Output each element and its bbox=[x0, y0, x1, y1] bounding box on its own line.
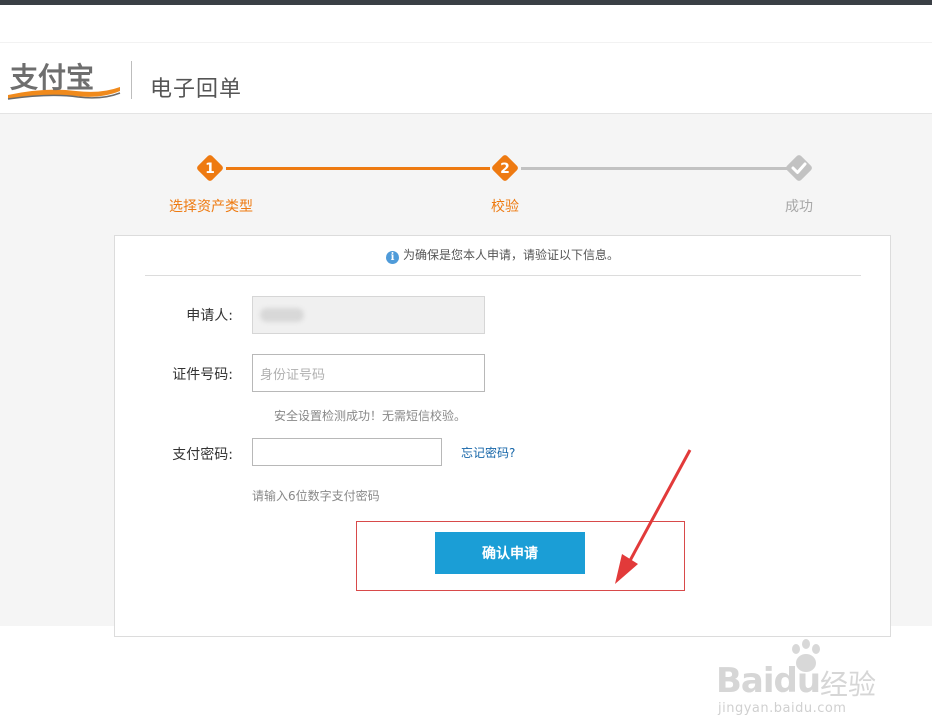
red-arrow-annotation-icon bbox=[615, 449, 692, 584]
step-line-1-2 bbox=[226, 167, 490, 170]
product-title: 电子回单 bbox=[150, 77, 243, 102]
id-number-label: 证件号码: bbox=[172, 367, 233, 383]
baidu-jingyan-watermark: Baidu 经验 jingyan.baidu.com bbox=[716, 637, 886, 727]
step-1-badge-icon: 1 bbox=[197, 155, 223, 181]
step-1-label: 选择资产类型 bbox=[169, 199, 253, 215]
id-number-placeholder: 身份证号码 bbox=[260, 367, 326, 383]
notice-text: 为确保是您本人申请，请验证以下信息。 bbox=[402, 248, 619, 262]
progress-steps: 1 2 选择资产类型 校验 成功 bbox=[0, 114, 932, 234]
confirm-apply-button[interactable]: 确认申请 bbox=[435, 532, 585, 574]
step-3-label: 成功 bbox=[785, 199, 813, 215]
applicant-value-redacted bbox=[260, 308, 304, 322]
alipay-logo[interactable]: 支付宝 bbox=[6, 57, 122, 103]
watermark-text: 经验 bbox=[820, 668, 877, 701]
applicant-label: 申请人: bbox=[186, 308, 233, 324]
step-1-number: 1 bbox=[205, 161, 215, 177]
notice-message: i 为确保是您本人申请，请验证以下信息。 bbox=[115, 246, 890, 264]
id-number-input[interactable]: 身份证号码 bbox=[252, 354, 485, 392]
security-check-note: 安全设置检测成功！无需短信校验。 bbox=[274, 409, 467, 423]
watermark-brand: Baidu bbox=[716, 661, 821, 701]
watermark-url: jingyan.baidu.com bbox=[718, 701, 847, 716]
password-hint: 请输入6位数字支付密码 bbox=[252, 489, 380, 503]
step-3-check-icon bbox=[786, 155, 812, 181]
payment-password-label: 支付密码: bbox=[172, 447, 233, 463]
page-header: 支付宝 电子回单 bbox=[0, 5, 932, 114]
payment-password-input[interactable] bbox=[252, 438, 442, 466]
logo-text: 支付宝 bbox=[10, 61, 94, 94]
verification-panel: i 为确保是您本人申请，请验证以下信息。 申请人: 证件号码: 身份证号码 安全设… bbox=[114, 235, 891, 637]
info-icon: i bbox=[385, 251, 399, 264]
applicant-field bbox=[252, 296, 485, 334]
logo-divider bbox=[131, 61, 132, 99]
step-2-label: 校验 bbox=[491, 199, 519, 215]
forgot-password-link[interactable]: 忘记密码? bbox=[461, 444, 515, 461]
panel-divider bbox=[145, 275, 861, 276]
step-2-number: 2 bbox=[500, 161, 510, 177]
header-divider bbox=[0, 42, 932, 43]
step-line-2-3 bbox=[521, 167, 789, 170]
main-content: 1 2 选择资产类型 校验 成功 i 为确保是您本人申请，请验证以下信息。 申请人… bbox=[0, 114, 932, 716]
step-2-badge-icon: 2 bbox=[492, 155, 518, 181]
